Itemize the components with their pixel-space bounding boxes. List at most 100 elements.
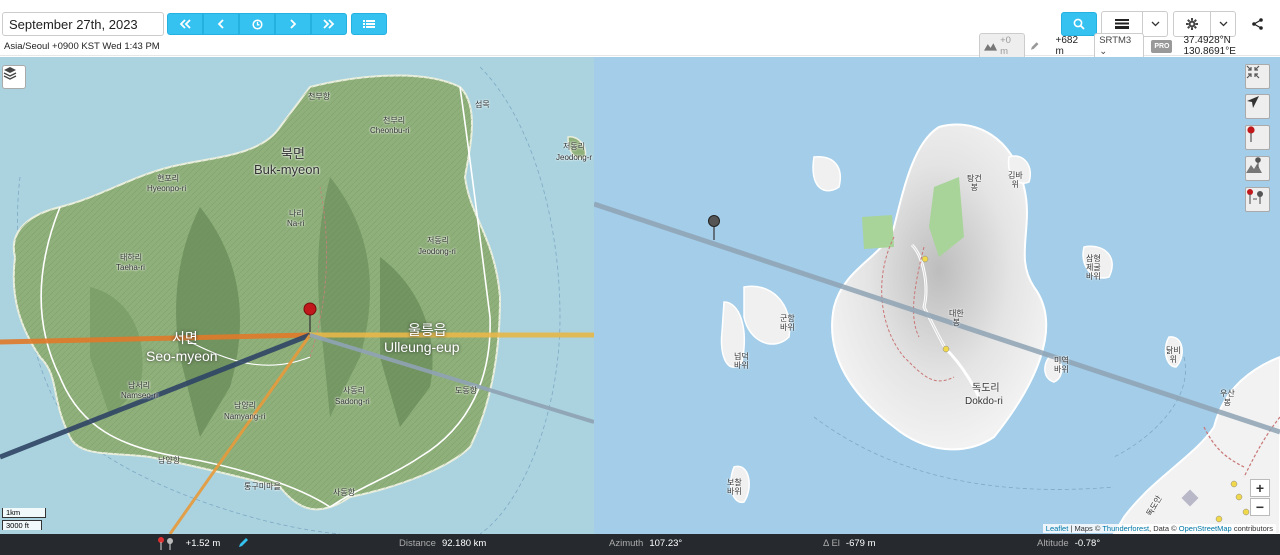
date-input[interactable] <box>2 12 164 36</box>
label-jeodong-ko: 저동리 <box>427 236 450 245</box>
label-buk-ko: 북면 <box>281 146 305 161</box>
clock-icon <box>251 18 263 30</box>
pro-badge: PRO <box>1151 39 1173 53</box>
altitude-label: Altitude <box>1037 538 1069 549</box>
double-left-icon <box>179 19 191 29</box>
label-jeodong2-ko: 저동리 <box>563 142 586 151</box>
delta-el-value: -679 m <box>845 538 876 549</box>
osm-link[interactable]: OpenStreetMap <box>1179 524 1232 533</box>
timezone-text: Asia/Seoul +0900 KST Wed 1:43 PM <box>4 41 160 52</box>
label-cheonbu-ko: 천부리 <box>383 116 406 125</box>
elevation-value: +682 m <box>1055 35 1079 57</box>
altitude-readout: Altitude -0.78° <box>1037 538 1100 549</box>
label-dodong: 도동항 <box>455 386 478 395</box>
label-usan: 우산 봉 <box>1220 389 1235 407</box>
settings-button[interactable] <box>1173 11 1211 37</box>
altitude-value: -0.78° <box>1074 538 1101 549</box>
target-pin-icon[interactable] <box>708 215 720 227</box>
delta-el-label: Δ El <box>823 538 840 549</box>
dem-select[interactable]: SRTM3 ⌄ <box>1094 33 1145 59</box>
label-seo-en: Seo-myeon <box>146 348 218 364</box>
collapse-button[interactable] <box>1245 64 1270 89</box>
azimuth-value: 107.23° <box>649 538 683 549</box>
label-taeha-ko: 태하리 <box>120 253 143 262</box>
right-map[interactable]: 탕건 봉 김바 위 군함 바위 대한 봉 삼형 제굴 바위 미역 바위 넙덕 바… <box>594 57 1280 534</box>
label-bochal: 보찰 바위 <box>727 478 742 496</box>
scale-km: 1km <box>2 508 46 518</box>
map-attribution: Leaflet | Maps © Thunderforest, Data © O… <box>1042 524 1276 533</box>
distance-value: 92.180 km <box>441 538 487 549</box>
label-ulleung-en: Ulleung-eup <box>384 339 460 355</box>
label-namseo-ko: 남서리 <box>128 381 151 390</box>
leaflet-link[interactable]: Leaflet <box>1046 524 1069 533</box>
elev-diff-value: +1.52 m <box>185 537 221 549</box>
edit-pencil-button[interactable] <box>238 537 249 551</box>
gear-icon <box>1186 18 1198 30</box>
app-root: Asia/Seoul +0900 KST Wed 1:43 PM <box>0 0 1280 555</box>
layers-button[interactable] <box>2 65 26 89</box>
search-button[interactable] <box>1061 12 1097 36</box>
red-pin-icon <box>1247 126 1255 142</box>
observer-pin-button[interactable] <box>1245 125 1270 150</box>
label-dalbi: 닭비 위 <box>1166 346 1181 364</box>
label-miyeok: 미역 바위 <box>1054 356 1069 374</box>
settings-dropdown[interactable] <box>1210 11 1236 37</box>
label-nari-en: Na-ri <box>287 219 305 228</box>
distance-label: Distance <box>399 538 436 549</box>
locate-button[interactable] <box>1245 94 1270 119</box>
thunderforest-link[interactable]: Thunderforest <box>1102 524 1149 533</box>
share-button[interactable] <box>1249 16 1265 32</box>
top-toolbar: Asia/Seoul +0900 KST Wed 1:43 PM <box>0 0 1280 59</box>
label-buk-en: Buk-myeon <box>254 162 320 177</box>
pins-elev-diff: +1.52 m <box>157 536 220 550</box>
left-icon <box>217 19 224 29</box>
label-jeodong2-en: Jeodong-r <box>556 153 593 162</box>
forward-button[interactable] <box>275 13 311 35</box>
label-daehan: 대한 봉 <box>949 309 964 327</box>
label-hyeonpo-en: Hyeonpo-ri <box>147 184 187 193</box>
navigation-arrow-icon <box>1247 96 1259 108</box>
label-namyang-en: Namyang-ri <box>224 412 266 421</box>
label-sadong-ko: 사동리 <box>343 386 366 395</box>
attribution-maps-text: | Maps © <box>1070 524 1101 533</box>
fast-back-button[interactable] <box>167 13 203 35</box>
observer-pin-icon[interactable] <box>303 302 317 316</box>
distance-readout: Distance 92.180 km <box>399 538 486 549</box>
label-gunham: 군함 바위 <box>780 314 795 332</box>
both-pins-button[interactable] <box>1245 187 1270 212</box>
label-ulleung-ko: 울릉읍 <box>408 322 447 338</box>
offset-pill[interactable]: +0 m <box>979 33 1026 59</box>
double-right-icon <box>323 19 335 29</box>
scale-ft: 3000 ft <box>2 520 42 530</box>
fast-forward-button[interactable] <box>311 13 347 35</box>
pencil-icon <box>239 538 248 547</box>
label-cheonbu-en: Cheonbu-ri <box>370 126 410 135</box>
list-button[interactable] <box>351 13 387 35</box>
now-button[interactable] <box>239 13 275 35</box>
left-map[interactable]: 천부항 섬목 천부리 Cheonbu-ri 북면 Buk-myeon 현포리 H… <box>0 57 594 534</box>
delta-elevation-readout: Δ El -679 m <box>823 538 876 549</box>
zoom-out-button[interactable]: − <box>1250 498 1270 516</box>
offset-value: +0 m <box>1000 35 1011 57</box>
elevation-info: +0 m +682 m SRTM3 ⌄ PRO 37.4928°N 130.86… <box>979 33 1280 59</box>
label-taeha-en: Taeha-ri <box>116 263 145 272</box>
target-pin-button[interactable] <box>1245 156 1270 181</box>
zoom-in-button[interactable]: + <box>1250 479 1270 497</box>
dokdo-terrain-svg <box>594 123 1280 534</box>
label-sadong-en: Sadong-ri <box>335 397 370 406</box>
back-button[interactable] <box>203 13 239 35</box>
label-nari-ko: 나리 <box>289 209 304 218</box>
label-cheonbuhang: 천부항 <box>308 92 331 101</box>
map-layers-dropdown[interactable] <box>1142 11 1168 37</box>
label-tonggumi: 통구미마을 <box>244 482 281 491</box>
label-hyeonpo-ko: 현포리 <box>157 174 180 183</box>
two-pins-icon <box>1247 189 1263 204</box>
label-namyang-ko: 남양리 <box>234 401 257 410</box>
ulleung-terrain-svg <box>0 66 594 534</box>
label-samhyeong: 삼형 제굴 바위 <box>1086 254 1101 281</box>
pencil-icon[interactable] <box>1030 41 1039 51</box>
right-icon <box>290 19 297 29</box>
label-jeodong-en: Jeodong-ri <box>418 247 456 256</box>
label-tangeon: 탕건 봉 <box>967 174 982 192</box>
terrain-icon <box>984 43 998 51</box>
